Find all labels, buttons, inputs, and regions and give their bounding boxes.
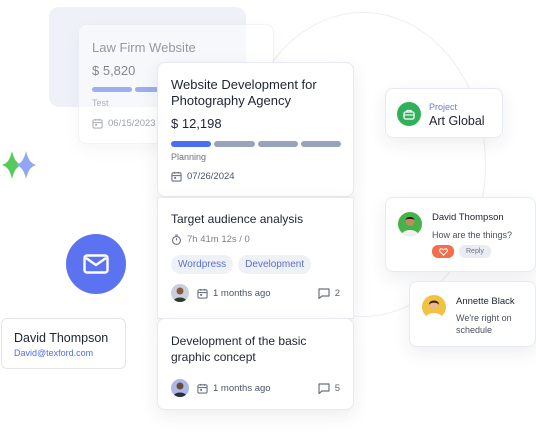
tag-development[interactable]: Development: [238, 255, 312, 274]
calendar-icon: [92, 118, 103, 129]
contact-email[interactable]: David@texford.com: [14, 348, 93, 358]
mail-button[interactable]: [66, 234, 126, 294]
tag-wordpress[interactable]: Wordpress: [171, 255, 234, 274]
avatar: [171, 284, 189, 302]
comment-count-text: 2: [334, 287, 340, 299]
comment-count[interactable]: 5: [318, 383, 340, 394]
task-updated-text: 1 months ago: [213, 382, 271, 394]
project-card[interactable]: Project Art Global: [385, 88, 503, 138]
deal-card-website-development[interactable]: Website Development for Photography Agen…: [157, 62, 354, 197]
project-name: Art Global: [429, 114, 485, 128]
deal-amount: $ 12,198: [171, 116, 222, 131]
comment-count[interactable]: 2: [318, 288, 340, 299]
task-timer-text: 7h 41m 12s / 0: [187, 234, 250, 245]
deal-amount: $ 5,820: [92, 63, 136, 78]
deal-date: 07/26/2024: [171, 171, 235, 182]
deal-stage: Planning: [171, 152, 207, 162]
mail-icon: [83, 254, 109, 274]
chat-actions: Reply: [432, 245, 491, 258]
like-button[interactable]: [432, 245, 454, 258]
task-card-development[interactable]: Development of the basic graphic concept…: [157, 318, 354, 410]
briefcase-icon: [397, 102, 421, 126]
deal-date: 06/15/2023: [92, 118, 156, 129]
reply-button[interactable]: Reply: [459, 245, 491, 258]
chat-text: We're right on schedule: [456, 313, 512, 335]
deal-date-text: 07/26/2024: [187, 171, 235, 182]
contact-card[interactable]: David Thompson David@texford.com: [1, 318, 126, 369]
task-title: Development of the basic graphic concept: [171, 334, 307, 364]
chat-text: How are the things?: [432, 230, 513, 240]
comment-icon: [318, 287, 330, 299]
task-footer: 1 months ago 5: [171, 379, 340, 397]
calendar-icon: [197, 288, 208, 299]
task-tags: Wordpress Development: [171, 255, 312, 274]
task-card-target-audience[interactable]: Target audience analysis 7h 41m 12s / 0 …: [157, 197, 354, 319]
task-footer: 1 months ago 2: [171, 284, 340, 302]
deal-stage: Test: [92, 98, 109, 108]
deal-title: Law Firm Website: [92, 40, 196, 55]
avatar: [398, 212, 422, 236]
heart-icon: [438, 247, 448, 256]
task-updated: 1 months ago: [197, 383, 271, 394]
timer-icon: [172, 234, 181, 245]
contact-name: David Thompson: [14, 331, 109, 345]
chat-sender: David Thompson: [432, 212, 504, 223]
avatar: [171, 379, 189, 397]
task-timer: 7h 41m 12s / 0: [171, 234, 250, 245]
project-label: Project: [429, 102, 458, 112]
comment-count-text: 5: [334, 382, 340, 394]
chat-message-card[interactable]: David Thompson How are the things? Reply: [385, 197, 536, 272]
calendar-icon: [171, 171, 182, 182]
comment-icon: [318, 382, 330, 394]
deal-progress: [171, 141, 341, 147]
sparkle-icon: [2, 151, 36, 179]
deal-date-text: 06/15/2023: [108, 118, 156, 129]
calendar-icon: [197, 383, 208, 394]
chat-sender: Annette Black: [456, 296, 515, 307]
task-title: Target audience analysis: [171, 212, 304, 226]
chat-message-card[interactable]: Annette Black We're right on schedule: [409, 281, 536, 347]
task-updated: 1 months ago: [197, 288, 271, 299]
deal-title: Website Development for Photography Agen…: [171, 77, 317, 108]
avatar: [422, 295, 446, 319]
task-updated-text: 1 months ago: [213, 287, 271, 299]
